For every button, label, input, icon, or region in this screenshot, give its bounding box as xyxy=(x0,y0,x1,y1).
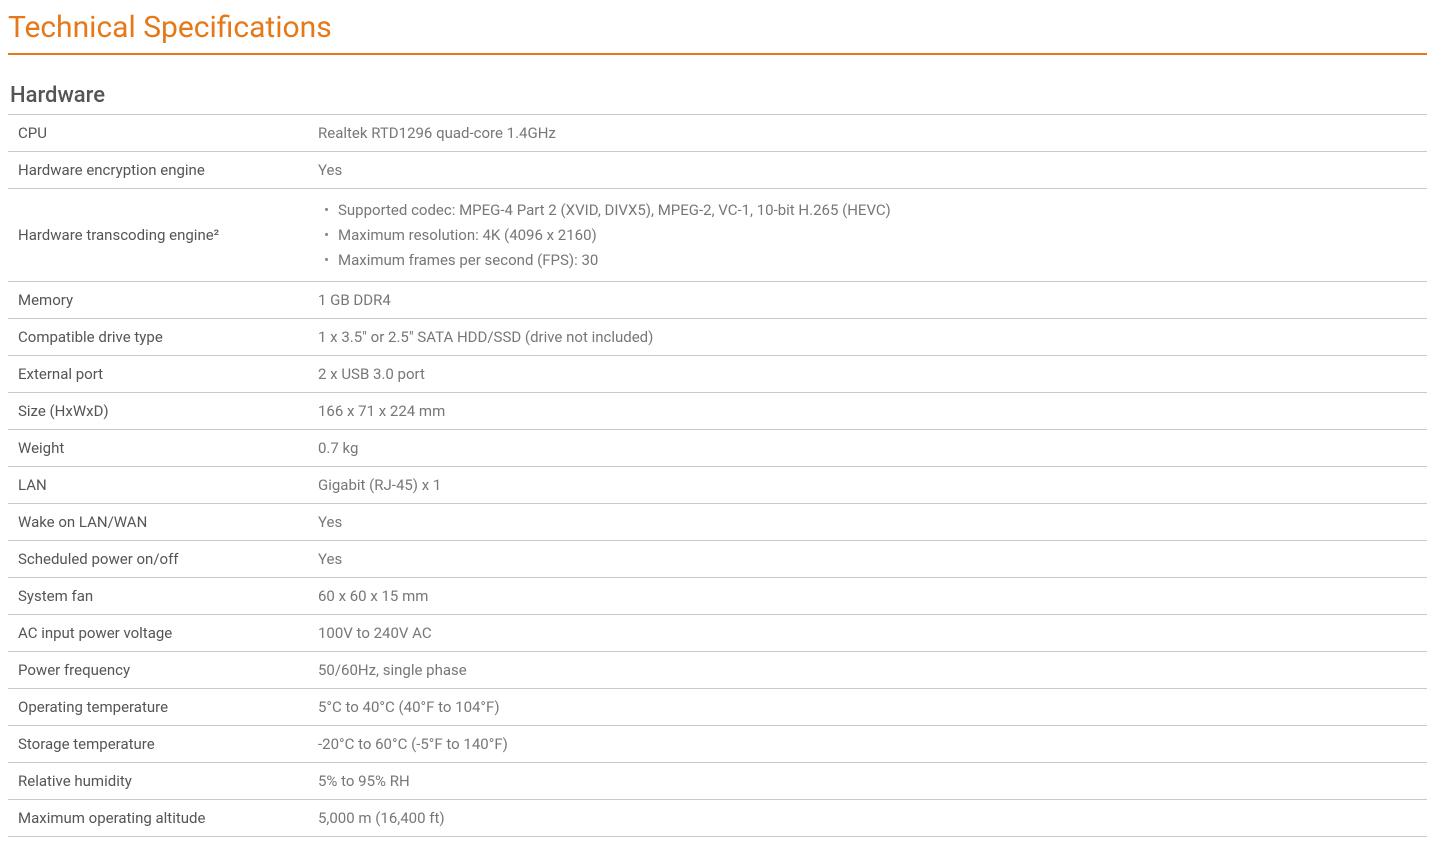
table-row: AC input power voltage100V to 240V AC xyxy=(8,615,1427,652)
spec-label: Memory xyxy=(8,282,308,319)
spec-value: 5% to 95% RH xyxy=(308,763,1427,800)
table-row: Maximum operating altitude5,000 m (16,40… xyxy=(8,800,1427,837)
spec-label: Operating temperature xyxy=(8,689,308,726)
spec-label: Hardware encryption engine xyxy=(8,152,308,189)
spec-value: 5,000 m (16,400 ft) xyxy=(308,800,1427,837)
spec-value: Yes xyxy=(308,152,1427,189)
spec-value: 166 x 71 x 224 mm xyxy=(308,393,1427,430)
list-item: Maximum resolution: 4K (4096 x 2160) xyxy=(318,223,1417,248)
page-title: Technical Specifications xyxy=(8,10,1427,55)
table-row: Compatible drive type1 x 3.5" or 2.5" SA… xyxy=(8,319,1427,356)
spec-value: 1 x 3.5" or 2.5" SATA HDD/SSD (drive not… xyxy=(308,319,1427,356)
spec-value: Yes xyxy=(308,504,1427,541)
spec-value: Yes xyxy=(308,541,1427,578)
spec-value: 5°C to 40°C (40°F to 104°F) xyxy=(308,689,1427,726)
spec-label: Storage temperature xyxy=(8,726,308,763)
table-row: CPURealtek RTD1296 quad-core 1.4GHz xyxy=(8,115,1427,152)
spec-label: Maximum operating altitude xyxy=(8,800,308,837)
spec-table: CPURealtek RTD1296 quad-core 1.4GHzHardw… xyxy=(8,114,1427,837)
spec-value: 2 x USB 3.0 port xyxy=(308,356,1427,393)
table-row: Size (HxWxD)166 x 71 x 224 mm xyxy=(8,393,1427,430)
spec-label: Scheduled power on/off xyxy=(8,541,308,578)
spec-label: Power frequency xyxy=(8,652,308,689)
spec-label: AC input power voltage xyxy=(8,615,308,652)
table-row: Wake on LAN/WANYes xyxy=(8,504,1427,541)
table-row: Weight0.7 kg xyxy=(8,430,1427,467)
spec-label: Wake on LAN/WAN xyxy=(8,504,308,541)
spec-label: Hardware transcoding engine² xyxy=(8,189,308,282)
table-row: Storage temperature-20°C to 60°C (-5°F t… xyxy=(8,726,1427,763)
table-row: External port2 x USB 3.0 port xyxy=(8,356,1427,393)
spec-value: 0.7 kg xyxy=(308,430,1427,467)
spec-value: 1 GB DDR4 xyxy=(308,282,1427,319)
spec-value: -20°C to 60°C (-5°F to 140°F) xyxy=(308,726,1427,763)
spec-label: LAN xyxy=(8,467,308,504)
spec-label: Relative humidity xyxy=(8,763,308,800)
table-row: Scheduled power on/offYes xyxy=(8,541,1427,578)
spec-value: 50/60Hz, single phase xyxy=(308,652,1427,689)
spec-value: Realtek RTD1296 quad-core 1.4GHz xyxy=(308,115,1427,152)
spec-value: 60 x 60 x 15 mm xyxy=(308,578,1427,615)
spec-label: Size (HxWxD) xyxy=(8,393,308,430)
spec-value: Supported codec: MPEG-4 Part 2 (XVID, DI… xyxy=(308,189,1427,282)
table-row: Power frequency50/60Hz, single phase xyxy=(8,652,1427,689)
table-row: System fan60 x 60 x 15 mm xyxy=(8,578,1427,615)
table-row: Hardware encryption engineYes xyxy=(8,152,1427,189)
table-row: Hardware transcoding engine² Supported co… xyxy=(8,189,1427,282)
table-row: Memory1 GB DDR4 xyxy=(8,282,1427,319)
list-item: Supported codec: MPEG-4 Part 2 (XVID, DI… xyxy=(318,198,1417,223)
spec-label: System fan xyxy=(8,578,308,615)
spec-label: Compatible drive type xyxy=(8,319,308,356)
section-heading: Hardware xyxy=(8,83,1427,108)
table-row: Relative humidity5% to 95% RH xyxy=(8,763,1427,800)
spec-label: CPU xyxy=(8,115,308,152)
spec-value: 100V to 240V AC xyxy=(308,615,1427,652)
spec-value-list: Supported codec: MPEG-4 Part 2 (XVID, DI… xyxy=(318,198,1417,272)
spec-value: Gigabit (RJ-45) x 1 xyxy=(308,467,1427,504)
spec-label: Weight xyxy=(8,430,308,467)
table-row: Operating temperature5°C to 40°C (40°F t… xyxy=(8,689,1427,726)
spec-label: External port xyxy=(8,356,308,393)
table-row: LANGigabit (RJ-45) x 1 xyxy=(8,467,1427,504)
list-item: Maximum frames per second (FPS): 30 xyxy=(318,248,1417,273)
